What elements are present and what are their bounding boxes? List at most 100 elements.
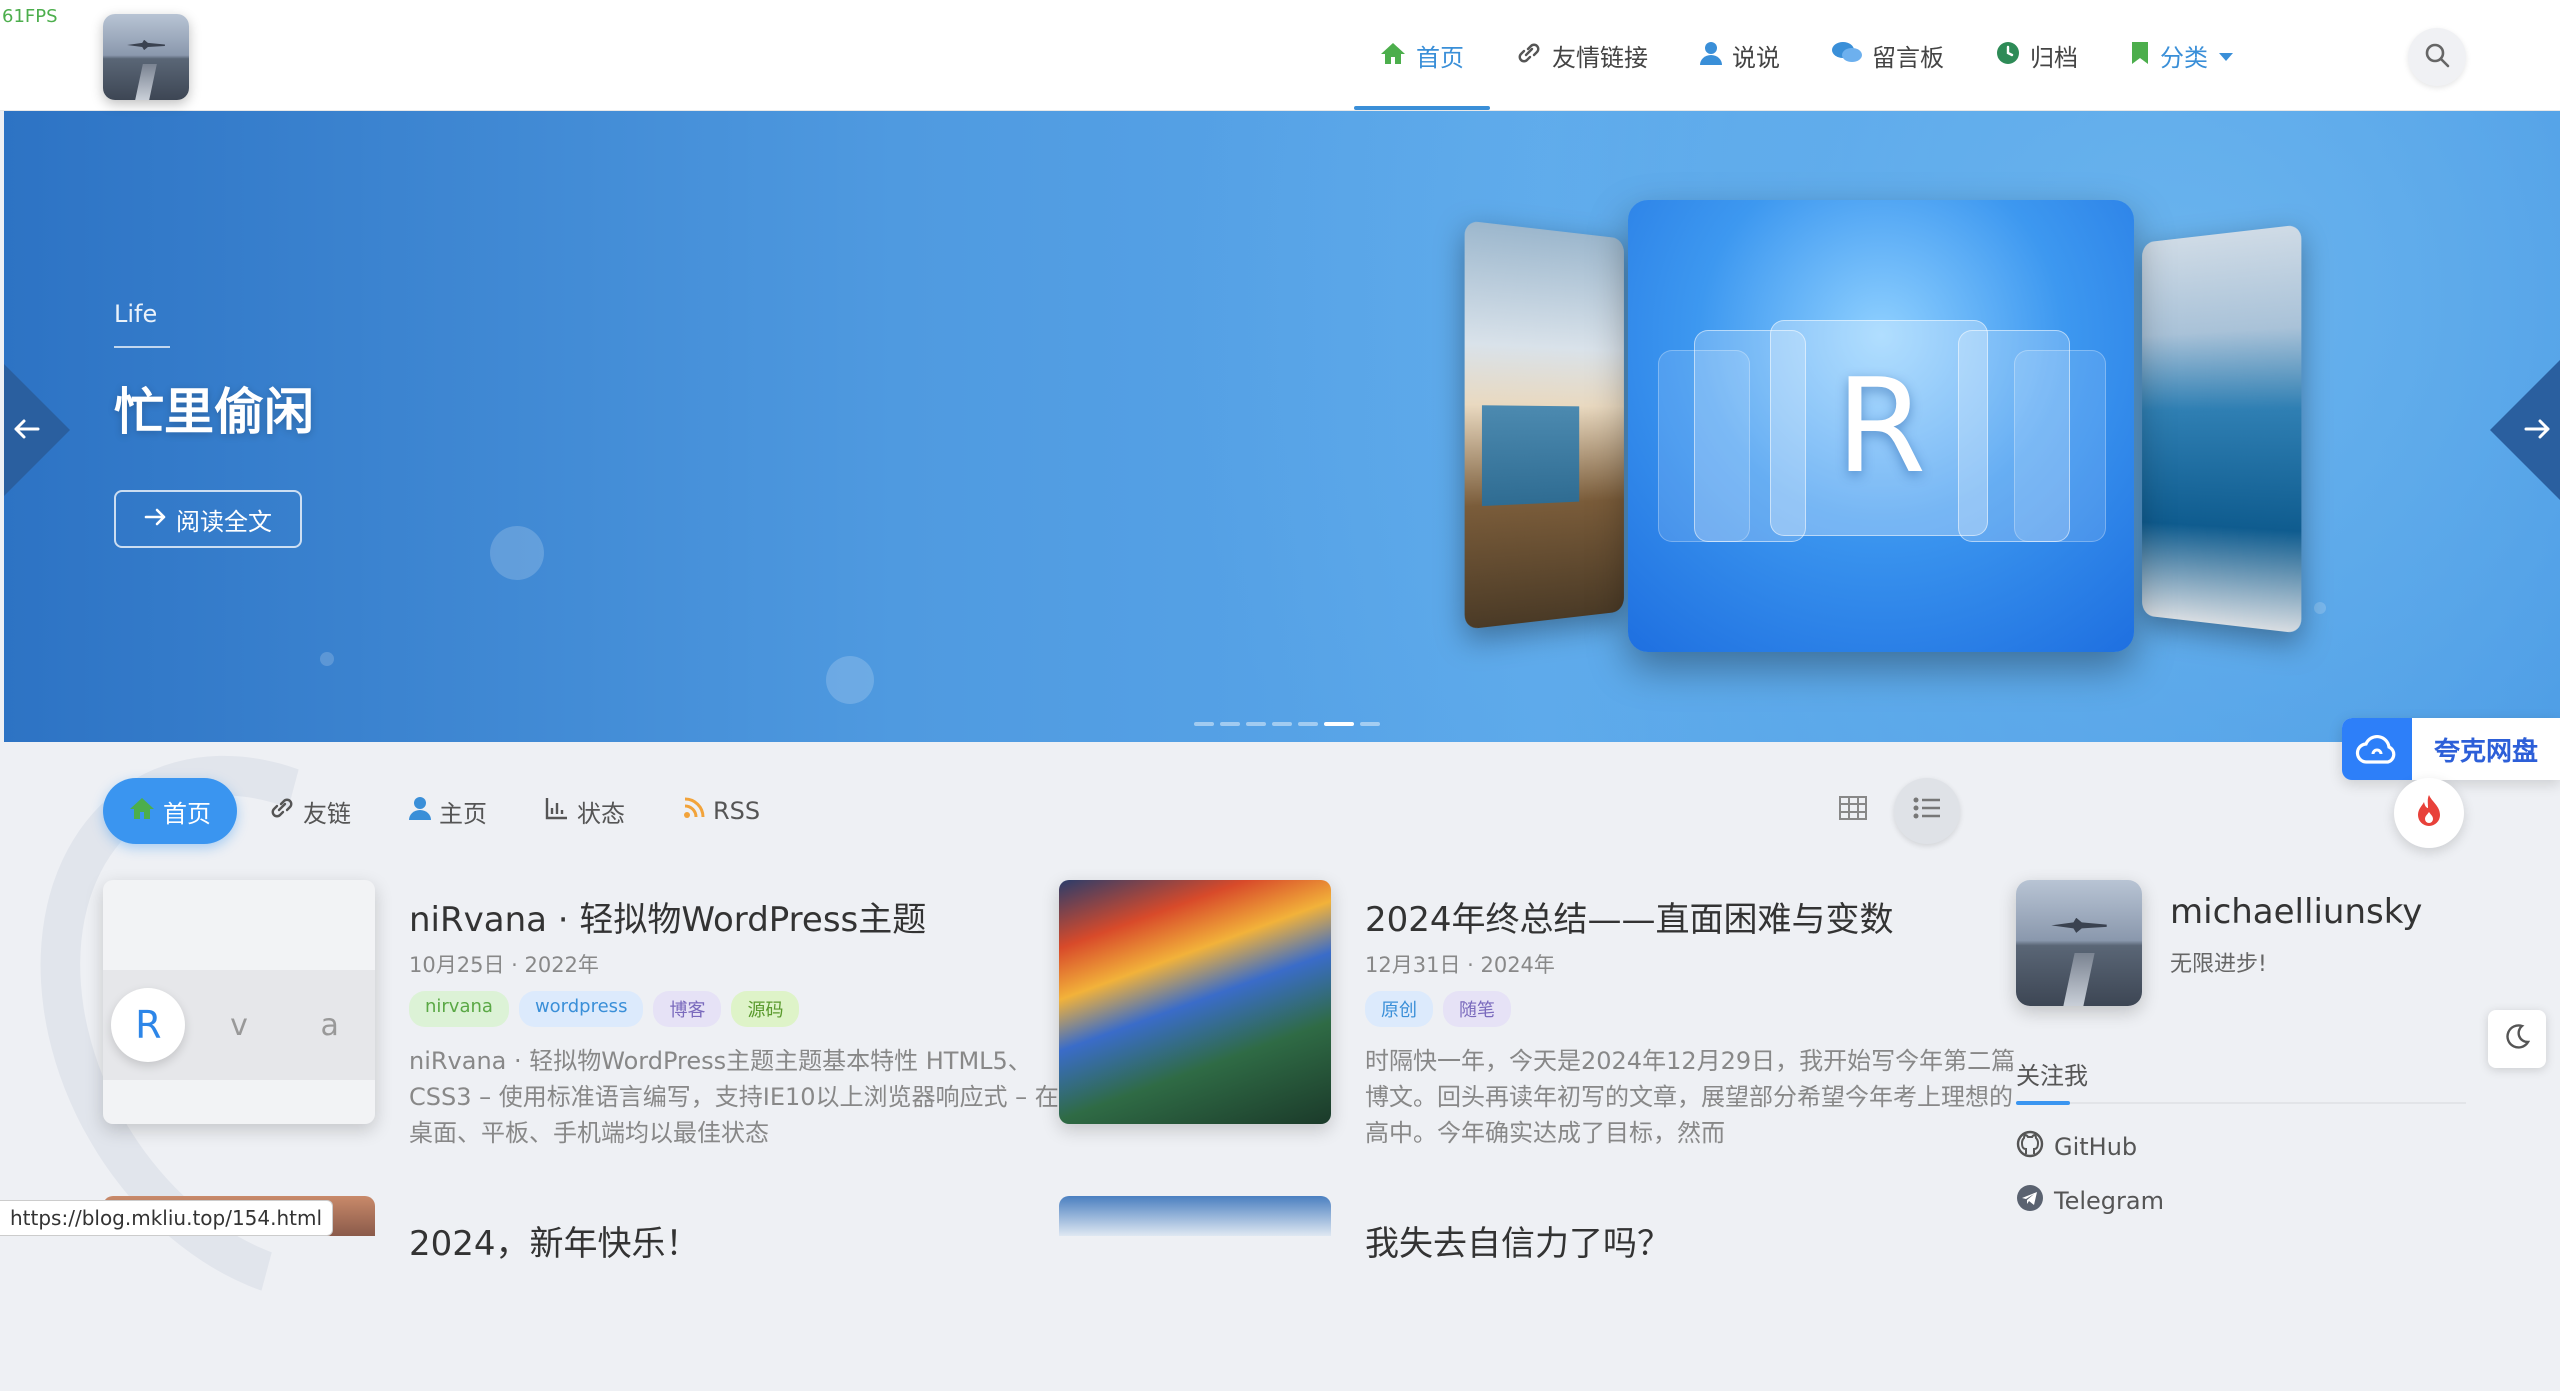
grid-icon (1839, 796, 1867, 826)
hero-title[interactable]: 忙里偷闲 (114, 372, 314, 444)
tag[interactable]: nirvana (409, 991, 509, 1027)
carousel-dot[interactable] (1360, 722, 1380, 726)
clock-icon (1996, 41, 2020, 69)
carousel-dot[interactable] (1324, 722, 1354, 726)
fire-icon (2416, 794, 2442, 833)
post-excerpt: niRvana · 轻拟物WordPress主题主题基本特性 HTML5、CSS… (409, 1047, 1059, 1147)
tab-label: 友链 (303, 799, 351, 828)
follow-divider (2016, 1101, 2466, 1105)
profile-name[interactable]: michaelliunsky (2170, 892, 2422, 932)
carousel-prev-button[interactable] (4, 360, 70, 500)
decor-bubble (320, 652, 334, 666)
search-icon (2424, 42, 2450, 72)
home-icon (1380, 41, 1406, 69)
post-title[interactable]: niRvana · 轻拟物WordPress主题 (409, 892, 1063, 941)
main-nav: 首页 友情链接 说说 留言板 归档 分类 (1354, 0, 2260, 110)
nav-label: 友情链接 (1552, 43, 1648, 72)
carousel-dot[interactable] (1220, 722, 1240, 726)
nav-label: 留言板 (1872, 43, 1944, 72)
list-view-button[interactable] (1894, 778, 1960, 844)
arrow-right-icon (144, 505, 168, 533)
post-tags: nirvana wordpress 博客 源码 (409, 991, 1063, 1027)
nav-item-categories[interactable]: 分类 (2104, 0, 2260, 110)
telegram-icon (2016, 1184, 2044, 1218)
user-icon (1700, 41, 1722, 69)
post-thumbnail[interactable]: R v a (103, 880, 375, 1124)
caret-down-icon (2218, 41, 2234, 69)
link-icon (1516, 41, 1542, 69)
nav-item-home[interactable]: 首页 (1354, 0, 1490, 110)
carousel-dot[interactable] (1298, 722, 1318, 726)
carousel-card-prev[interactable] (1464, 220, 1624, 630)
hot-button[interactable] (2394, 778, 2464, 848)
carousel-card-active[interactable]: R (1628, 200, 2134, 652)
tab-links[interactable]: 友链 (243, 778, 377, 844)
nav-label: 分类 (2160, 43, 2208, 72)
avatar[interactable] (2016, 880, 2142, 1006)
tag[interactable]: 随笔 (1443, 991, 1511, 1027)
tab-status[interactable]: 状态 (519, 778, 651, 844)
link-telegram[interactable]: Telegram (2016, 1184, 2164, 1218)
carousel-dot[interactable] (1272, 722, 1292, 726)
post-title[interactable]: 2024，新年快乐！ (409, 1216, 700, 1265)
cloud-icon (2342, 718, 2412, 780)
quark-drive-widget[interactable]: 夸克网盘 (2342, 718, 2560, 780)
site-header: 首页 友情链接 说说 留言板 归档 分类 (0, 0, 2560, 111)
nav-item-moments[interactable]: 说说 (1674, 0, 1806, 110)
link-github[interactable]: GitHub (2016, 1130, 2137, 1164)
post-card[interactable]: R v a niRvana · 轻拟物WordPress主题 10月25日 · … (103, 880, 1063, 1147)
tab-label: RSS (713, 797, 761, 825)
read-more-button[interactable]: 阅读全文 (114, 490, 302, 548)
arrow-right-icon (2524, 411, 2552, 449)
carousel-dot[interactable] (1194, 722, 1214, 726)
github-icon (2016, 1130, 2044, 1164)
bookmark-icon (2130, 41, 2150, 69)
carousel-card-next[interactable] (2142, 224, 2302, 634)
nav-label: 首页 (1416, 43, 1464, 72)
hero-category[interactable]: Life (114, 300, 157, 328)
post-thumbnail[interactable] (1059, 1196, 1331, 1236)
profile-motto: 无限进步! (2170, 952, 2267, 977)
moon-icon (2504, 1023, 2531, 1056)
thumb-letter: v (230, 1007, 248, 1043)
nav-item-guestbook[interactable]: 留言板 (1806, 0, 1970, 110)
nav-item-archive[interactable]: 归档 (1970, 0, 2104, 110)
follow-heading: 关注我 (2016, 1062, 2088, 1090)
chart-icon (545, 796, 569, 826)
carousel-next-button[interactable] (2490, 360, 2560, 500)
thumb-letter: R (111, 988, 186, 1062)
post-date: 12月31日 · 2024年 (1365, 953, 1555, 977)
post-title[interactable]: 我失去自信力了吗？ (1365, 1216, 1671, 1265)
user-icon (409, 796, 431, 826)
tab-label: 主页 (439, 799, 487, 828)
search-button[interactable] (2408, 28, 2466, 86)
link-icon (269, 796, 295, 826)
hero-divider (114, 346, 170, 348)
dark-mode-toggle[interactable] (2488, 1010, 2546, 1068)
decor-bubble (826, 656, 874, 704)
list-icon (1913, 796, 1941, 826)
tag[interactable]: wordpress (518, 991, 644, 1027)
carousel-dot[interactable] (1246, 722, 1266, 726)
post-card[interactable]: 2024年终总结——直面困难与变数 12月31日 · 2024年 原创 随笔 时… (1059, 880, 2019, 1147)
jet-image (2016, 880, 2142, 1006)
site-logo[interactable] (103, 14, 189, 100)
tag[interactable]: 源码 (731, 991, 800, 1027)
tab-profile[interactable]: 主页 (383, 778, 513, 844)
post-title[interactable]: 2024年终总结——直面困难与变数 (1365, 892, 2019, 941)
tab-rss[interactable]: RSS (657, 778, 786, 844)
link-label: Telegram (2054, 1187, 2164, 1215)
comments-icon (1832, 41, 1862, 69)
tag[interactable]: 博客 (653, 991, 722, 1027)
carousel-pagination (1194, 722, 1380, 726)
fps-counter: 61FPS (2, 6, 58, 27)
tag[interactable]: 原创 (1365, 991, 1433, 1027)
grid-view-button[interactable] (1820, 778, 1886, 844)
link-preview-status: https://blog.mkliu.top/154.html (0, 1200, 334, 1236)
nav-item-links[interactable]: 友情链接 (1490, 0, 1674, 110)
quark-label: 夸克网盘 (2433, 736, 2538, 767)
tab-home[interactable]: 首页 (103, 778, 237, 844)
post-thumbnail[interactable] (1059, 880, 1331, 1124)
nav-label: 归档 (2030, 43, 2078, 72)
hero-carousel: Life 忙里偷闲 阅读全文 R (4, 110, 2560, 742)
